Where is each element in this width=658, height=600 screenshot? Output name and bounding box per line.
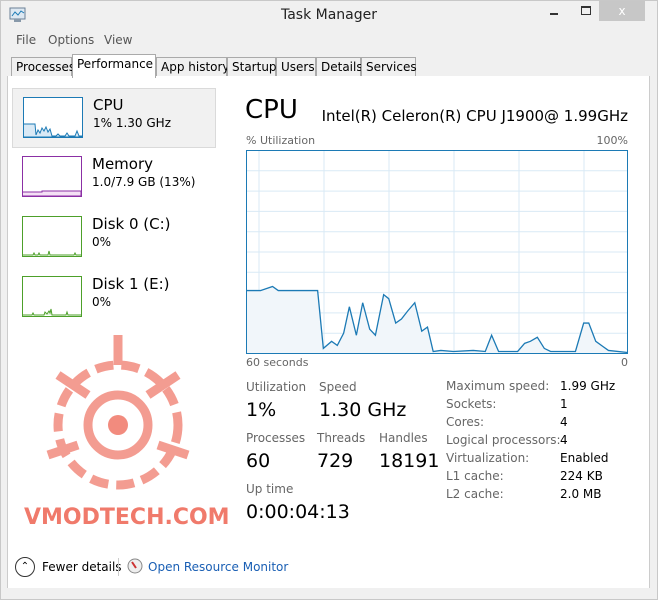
handles-label: Handles [379, 431, 428, 445]
sidebar-disk0-value: 0% [92, 235, 112, 249]
minimize-icon [550, 13, 558, 15]
uptime-label: Up time [246, 482, 294, 496]
spec-key: Logical processors: [446, 433, 561, 447]
cpu-utilization-area [246, 286, 628, 354]
sidebar-memory-value: 1.0/7.9 GB (13%) [92, 175, 196, 189]
threads-value: 729 [317, 450, 354, 472]
processor-name: Intel(R) Celeron(R) CPU J1900@ 1.99GHz [321, 107, 628, 125]
speed-label: Speed [319, 380, 357, 394]
sidebar-item-cpu[interactable]: CPU 1% 1.30 GHz [12, 88, 216, 148]
uptime-value: 0:00:04:13 [246, 501, 350, 523]
menu-options[interactable]: Options [48, 33, 94, 47]
spec-value: 224 KB [560, 469, 603, 483]
watermark-text: VMODTECH.COM [24, 505, 230, 530]
graph-y-max: 100% [596, 134, 628, 147]
spec-value: 4 [560, 433, 568, 447]
cpu-thumbnail-graph [23, 97, 83, 138]
spec-key: Cores: [446, 415, 485, 429]
title-bar: Task Manager x [1, 1, 657, 31]
collapse-chevron-icon[interactable]: ⌃ [15, 557, 35, 577]
menu-view[interactable]: View [104, 33, 132, 47]
page-title: CPU [245, 95, 298, 125]
sidebar-item-memory[interactable]: Memory 1.0/7.9 GB (13%) [12, 148, 216, 208]
threads-label: Threads [317, 431, 366, 445]
maximize-button[interactable] [573, 1, 599, 21]
tab-startup[interactable]: Startup [227, 57, 277, 77]
disk0-thumbnail-graph [22, 216, 82, 257]
sidebar-cpu-name: CPU [93, 96, 124, 114]
spec-value: 4 [560, 415, 568, 429]
processes-label: Processes [246, 431, 306, 445]
spec-value: 1.99 GHz [560, 379, 616, 393]
tab-details[interactable]: Details [316, 57, 363, 77]
memory-thumbnail-graph [22, 156, 82, 197]
spec-value: Enabled [560, 451, 609, 465]
utilization-label: Utilization [246, 380, 307, 394]
spec-key: Virtualization: [446, 451, 530, 465]
graph-x-min: 0 [621, 356, 628, 369]
sidebar-disk0-name: Disk 0 (C:) [92, 215, 171, 233]
spec-value: 1 [560, 397, 568, 411]
maximize-icon [581, 6, 591, 15]
tab-processes[interactable]: Processes [11, 57, 75, 77]
speed-value: 1.30 GHz [319, 399, 407, 421]
spec-key: L1 cache: [446, 469, 504, 483]
open-resource-monitor-link[interactable]: Open Resource Monitor [148, 560, 288, 574]
cpu-utilization-graph [246, 150, 628, 354]
sidebar-memory-name: Memory [92, 155, 154, 173]
watermark-logo: VMODTECH.COM [18, 315, 230, 540]
tab-app-history[interactable]: App history [156, 57, 230, 77]
sidebar-item-disk0[interactable]: Disk 0 (C:) 0% [12, 208, 216, 268]
spec-key: L2 cache: [446, 487, 504, 501]
spec-key: Sockets: [446, 397, 497, 411]
fewer-details-button[interactable]: Fewer details [42, 560, 122, 574]
sidebar-disk1-name: Disk 1 (E:) [92, 275, 170, 293]
graph-time-label: 60 seconds [246, 356, 309, 369]
menu-file[interactable]: File [16, 33, 36, 47]
footer-divider [118, 558, 119, 576]
resource-monitor-icon [127, 558, 143, 574]
disk1-thumbnail-graph [22, 276, 82, 317]
tab-services[interactable]: Services [361, 57, 417, 77]
tab-users[interactable]: Users [276, 57, 316, 77]
processes-value: 60 [246, 450, 271, 472]
watermark-emblem-icon [46, 335, 190, 490]
handles-value: 18191 [379, 450, 440, 472]
spec-key: Maximum speed: [446, 379, 550, 393]
close-button[interactable]: x [599, 1, 645, 21]
graph-y-label: % Utilization [246, 134, 316, 147]
tab-performance[interactable]: Performance [72, 54, 156, 78]
sidebar-cpu-value: 1% 1.30 GHz [93, 116, 172, 130]
utilization-value: 1% [246, 399, 277, 421]
spec-value: 2.0 MB [560, 487, 602, 501]
sidebar-disk1-value: 0% [92, 295, 112, 309]
minimize-button[interactable] [541, 1, 569, 21]
